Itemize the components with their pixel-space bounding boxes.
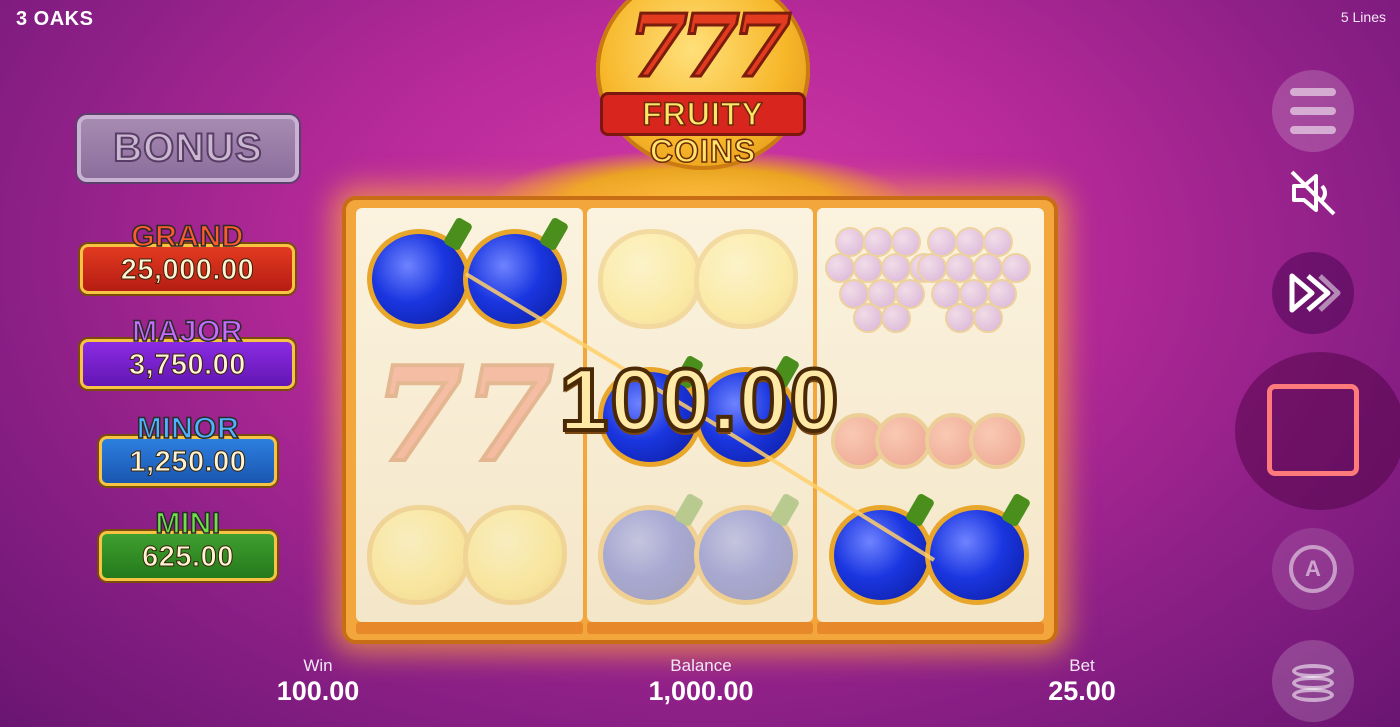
plum-symbol bbox=[821, 491, 1041, 615]
lemon-icon bbox=[694, 229, 798, 329]
balance-label: Balance bbox=[670, 656, 732, 675]
menu-button[interactable] bbox=[1272, 70, 1354, 152]
reel-footer bbox=[356, 622, 1045, 634]
menu-icon bbox=[1290, 107, 1336, 115]
plum-symbol bbox=[590, 491, 810, 615]
lemon-symbol bbox=[359, 491, 579, 615]
lemon-icon bbox=[367, 505, 472, 605]
lemon-icon bbox=[463, 505, 568, 605]
sound-toggle-button[interactable] bbox=[1286, 166, 1340, 220]
logo-fruity: FRUITY bbox=[600, 92, 806, 136]
bet-label: Bet bbox=[1069, 656, 1095, 675]
win-value: 100.00 bbox=[276, 676, 360, 706]
turbo-button[interactable] bbox=[1272, 252, 1354, 334]
spin-stop-button[interactable] bbox=[1235, 352, 1400, 510]
jackpot-minor: MINOR 1,250.00 bbox=[99, 412, 277, 486]
provider-label: 3 OAKS bbox=[16, 8, 94, 30]
bonus-button[interactable]: BONUS bbox=[77, 115, 299, 182]
bet-value: 25.00 bbox=[1048, 676, 1116, 706]
jackpot-title: GRAND bbox=[131, 220, 245, 253]
coin-stack-icon bbox=[1292, 688, 1334, 702]
win-stat: Win 100.00 bbox=[218, 656, 418, 707]
menu-icon bbox=[1290, 126, 1336, 134]
grape-berry bbox=[880, 303, 911, 333]
grape-icon bbox=[916, 227, 1031, 333]
jackpot-title: MINOR bbox=[136, 412, 240, 445]
logo-sevens: 777 bbox=[627, 0, 794, 97]
win-overlay-amount: 100.00 bbox=[557, 348, 841, 451]
lines-label: 5 Lines bbox=[1340, 9, 1386, 25]
speaker-muted-icon bbox=[1290, 170, 1336, 216]
balance-stat: Balance 1,000.00 bbox=[601, 656, 801, 707]
lemon-icon bbox=[598, 229, 702, 329]
jackpot-major: MAJOR 3,750.00 bbox=[80, 315, 295, 389]
bet-stat: Bet 25.00 bbox=[982, 656, 1182, 707]
fast-forward-icon bbox=[1289, 273, 1341, 313]
grape-berry bbox=[852, 303, 883, 333]
grape-berry bbox=[944, 303, 975, 333]
lemon-symbol bbox=[590, 215, 810, 339]
bet-settings-button[interactable] bbox=[1272, 640, 1354, 722]
jackpot-grand: GRAND 25,000.00 bbox=[80, 220, 295, 294]
stop-icon bbox=[1267, 384, 1359, 476]
grape-berry bbox=[972, 303, 1003, 333]
win-label: Win bbox=[303, 656, 333, 675]
balance-value: 1,000.00 bbox=[648, 676, 754, 706]
menu-icon bbox=[1290, 88, 1336, 96]
logo-coins: COINS bbox=[649, 132, 757, 170]
game-logo: 777 FRUITY COINS bbox=[594, 0, 812, 180]
jackpot-mini: MINI 625.00 bbox=[99, 507, 277, 581]
jackpot-title: MINI bbox=[155, 507, 221, 540]
jackpot-title: MAJOR bbox=[131, 315, 243, 348]
autoplay-letter: A bbox=[1305, 556, 1321, 581]
grape-symbol bbox=[821, 215, 1041, 339]
autoplay-button[interactable]: A bbox=[1272, 528, 1354, 610]
plum-symbol bbox=[359, 215, 579, 339]
